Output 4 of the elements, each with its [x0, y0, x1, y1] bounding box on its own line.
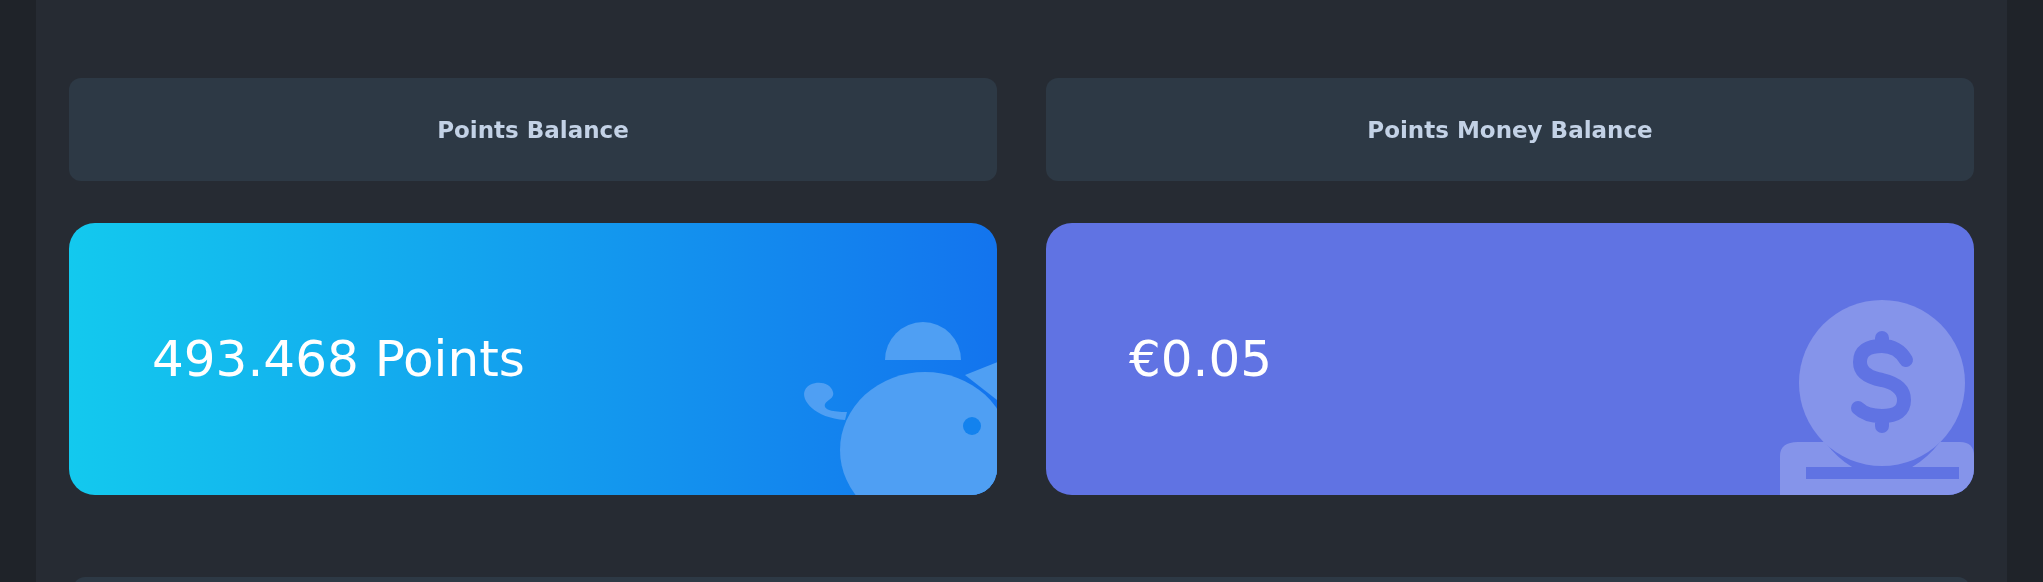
balance-title: Points Balance: [437, 116, 629, 143]
balance-title: Points Money Balance: [1367, 116, 1653, 143]
balance-value: 493.468 Points: [152, 330, 525, 388]
balance-value: €0.05: [1129, 330, 1273, 388]
